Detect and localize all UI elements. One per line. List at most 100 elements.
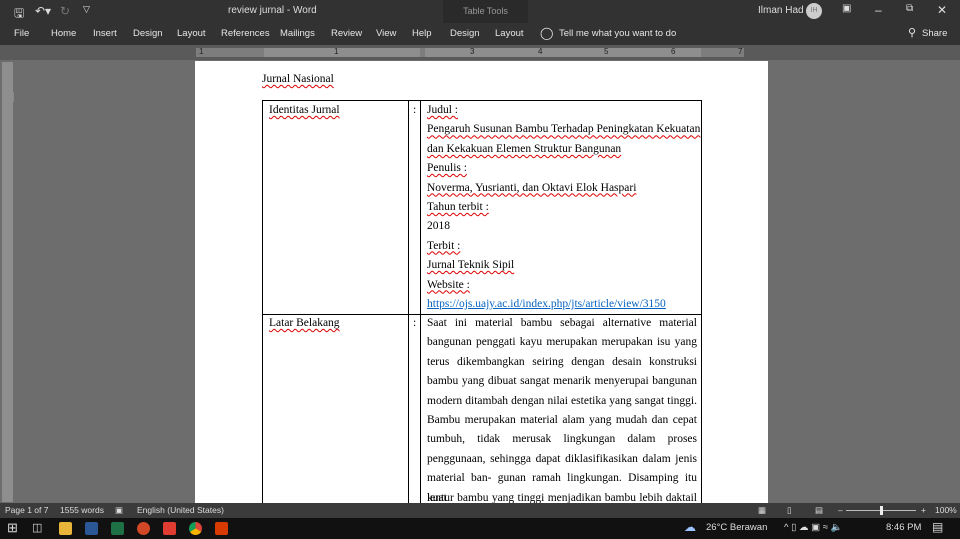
authors: Noverma, Yusrianti, dan Oktavi Elok Hasp… [427,181,637,194]
tab-view[interactable]: View [376,28,396,39]
ruler-number: 3 [470,47,475,56]
separator: : [413,101,416,120]
print-layout-icon[interactable]: ▯ [787,505,792,516]
status-bar: Page 1 of 7 1555 words ▣ English (United… [0,503,960,518]
powerpoint-icon[interactable] [137,522,150,535]
website-link[interactable]: https://ojs.uajy.ac.id/index.php/jts/art… [427,298,666,310]
chrome-icon[interactable] [189,522,202,535]
year: 2018 [427,220,450,233]
lightbulb-icon: ◯ [540,26,554,40]
clock[interactable]: 8:46 PM [886,522,921,533]
tab-review[interactable]: Review [331,28,362,39]
paragraph-line: modern ditambah dengan nilai estetika ya… [427,394,697,407]
tab-home[interactable]: Home [51,28,76,39]
column-divider [408,101,409,520]
colon: : [413,104,417,116]
word-icon[interactable] [85,522,98,535]
publisher: Jurnal Teknik Sipil [427,259,515,272]
tab-references[interactable]: References [221,28,270,39]
user-name[interactable]: Ilman Had [758,5,804,16]
colon: : [413,317,417,329]
excel-icon[interactable] [111,522,124,535]
background-paragraph[interactable]: Saat ini material bambu sebagai alternat… [427,314,697,508]
tab-insert[interactable]: Insert [93,28,117,39]
heading-text: Jurnal Nasional [262,73,334,85]
ruler-column-1 [264,48,420,57]
zoom-slider-thumb[interactable] [880,506,883,515]
tahun-label: Tahun terbit : [427,200,489,213]
paragraph-line: tumbuh, tidak merusak lingkungan dalam p… [427,433,697,446]
save-icon[interactable]: 🖫 [14,4,24,25]
page-count[interactable]: Page 1 of 7 [5,505,48,515]
customize-toolbar-icon[interactable]: ▽ [83,4,90,15]
tab-layout[interactable]: Layout [177,28,206,39]
read-mode-icon[interactable]: ▦ [758,505,766,516]
ruler-number: 1 [199,47,204,56]
share-button[interactable]: Share [922,28,947,39]
ruler-number: 6 [671,47,676,56]
share-person-icon: ⚲ [908,27,917,39]
tab-help[interactable]: Help [412,28,432,39]
avatar[interactable]: IH [806,3,822,19]
app-icon[interactable] [163,522,176,535]
zoom-out-button[interactable]: – [838,505,843,515]
redo-icon[interactable]: ↻ [60,4,70,18]
office-icon[interactable] [215,522,228,535]
ribbon-tabs: File Home Insert Design Layout Reference… [0,23,960,45]
tell-me-search[interactable]: Tell me what you want to do [559,28,676,39]
undo-icon[interactable]: ↶▾ [35,4,51,18]
row-label[interactable]: Identitas Jurnal [269,101,340,120]
penulis-label: Penulis : [427,162,467,175]
paragraph-line: Saat ini material bambu sebagai alternat… [427,317,697,329]
ruler-number: 5 [604,47,609,56]
ruler-column-2 [425,48,701,57]
task-view-icon[interactable]: ◫ [32,521,42,534]
word-count[interactable]: 1555 words [60,505,104,515]
restore-icon[interactable]: ⧉ [906,3,913,14]
title-line: Pengaruh Susunan Bambu Terhadap Peningka… [427,123,701,136]
web-layout-icon[interactable]: ▤ [815,505,823,516]
row-label[interactable]: Latar Belakang [269,314,340,333]
proofing-icon[interactable]: ▣ [115,505,123,516]
judul-label: Judul : [427,104,458,116]
paragraph-line: terus dikembangkan seiring dengan desain… [427,355,697,368]
identity-content[interactable]: Judul : Pengaruh Susunan Bambu Terhadap … [427,101,700,314]
language[interactable]: English (United States) [137,505,224,515]
windows-start-icon[interactable]: ⊞ [7,520,18,536]
review-table[interactable]: Identitas Jurnal : Judul : Pengaruh Susu… [262,100,702,520]
ruler-number: 1 [334,47,339,56]
close-icon[interactable]: ✕ [937,3,947,17]
window-title: review jurnal - Word [228,5,317,16]
ruler-number: 4 [538,47,543,56]
paragraph-line: bambu yang dibuat sangat menarik menyeru… [427,375,697,388]
ruler-number: 7 [738,47,743,56]
title-bar: 🖫 ↶▾ ↻ ▽ review jurnal - Word Table Tool… [0,0,960,45]
horizontal-ruler[interactable]: L 1 1 3 4 5 6 7 [0,45,960,102]
tab-file[interactable]: File [14,28,29,39]
tab-mailings[interactable]: Mailings [280,28,315,39]
weather-icon: ☁ [684,520,696,534]
separator: : [413,314,416,333]
paragraph-line: Bambu merupakan material alam yang mudah… [427,413,697,426]
taskbar: ⊞ ◫ ☁ 26°C Berawan ^ ▯ ☁ ▣ ≈ 🔈 8:46 PM ▤ [0,518,960,539]
website-label: Website : [427,278,470,291]
tab-table-layout[interactable]: Layout [495,28,524,39]
zoom-level[interactable]: 100% [935,505,957,515]
paragraph-line: bangunan penggati kayu merupakan merupak… [427,336,697,349]
tab-design[interactable]: Design [133,28,163,39]
minimize-icon[interactable]: – [875,3,882,17]
document-heading[interactable]: Jurnal Nasional [262,73,334,85]
zoom-in-button[interactable]: + [921,505,926,515]
label-identitas: Identitas Jurnal [269,104,340,116]
file-explorer-icon[interactable] [59,522,72,535]
tab-table-design[interactable]: Design [450,28,480,39]
paragraph-line: material ban- gunan ramah lingkungan. Di… [427,472,697,504]
vertical-ruler[interactable] [2,62,13,502]
paragraph-line: penggunaan, sehingga dapat diklasifikasi… [427,452,697,465]
column-divider [420,101,421,520]
weather-text[interactable]: 26°C Berawan [706,522,767,533]
notifications-icon[interactable]: ▤ [932,520,943,534]
ribbon-display-icon[interactable]: ▣ [842,3,851,14]
terbit-label: Terbit : [427,239,461,252]
system-tray-icons[interactable]: ^ ▯ ☁ ▣ ≈ 🔈 [784,522,842,533]
